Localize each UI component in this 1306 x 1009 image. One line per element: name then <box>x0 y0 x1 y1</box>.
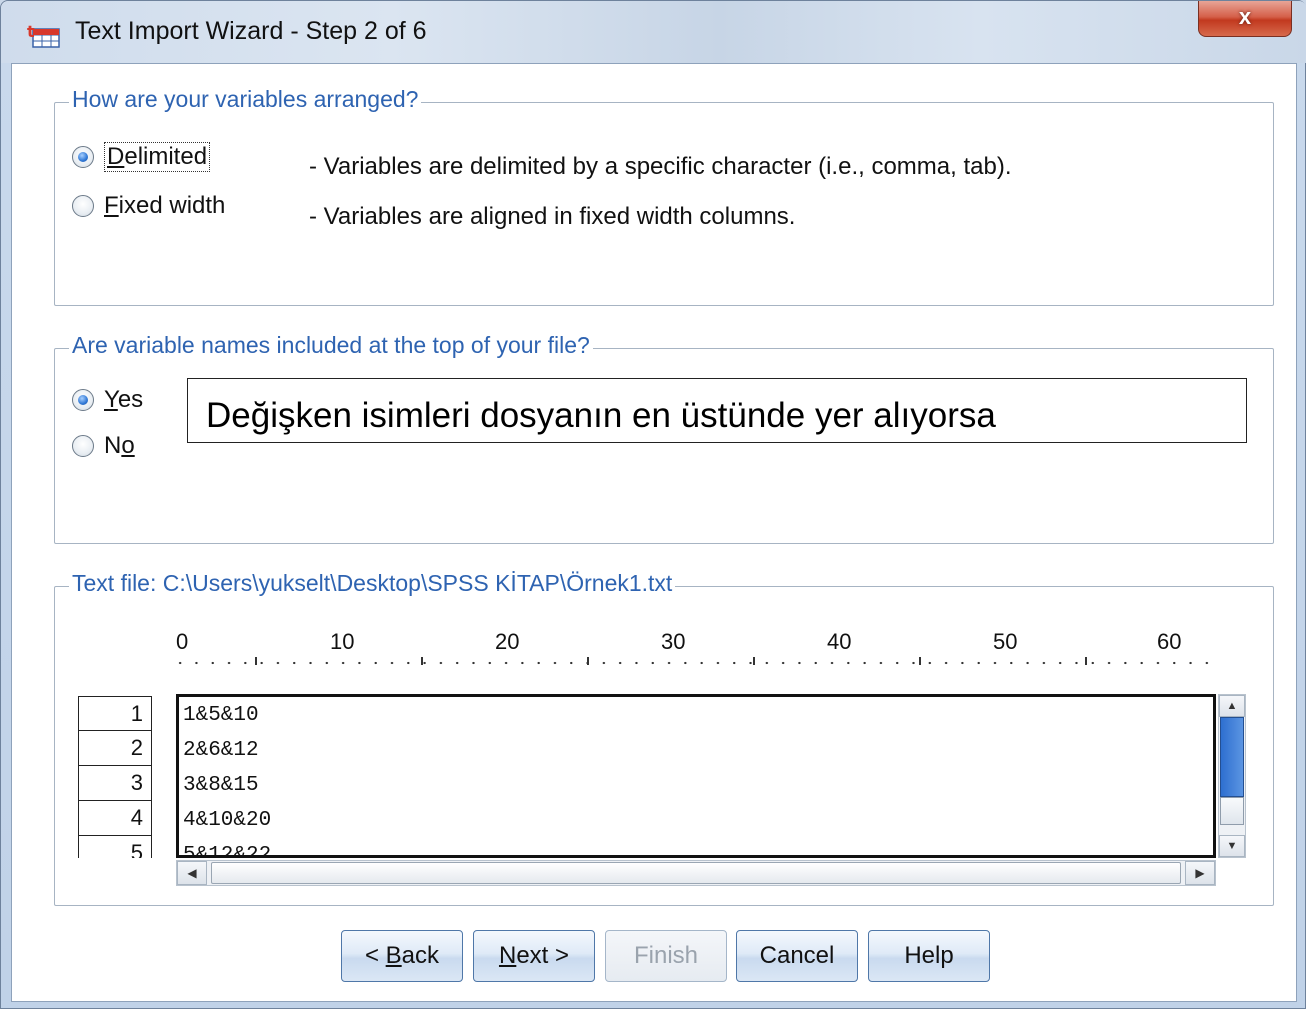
row-number: 3 <box>79 766 151 801</box>
scroll-up-icon[interactable]: ▲ <box>1219 695 1245 717</box>
delimited-radio[interactable] <box>72 146 94 168</box>
finish-button[interactable]: Finish <box>605 930 727 982</box>
preview-line: 1&5&10 <box>183 704 259 727</box>
no-label: No <box>104 432 135 459</box>
delimited-label: Delimited <box>104 142 211 172</box>
window-title: Text Import Wizard - Step 2 of 6 <box>75 17 427 45</box>
scroll-track-highlight <box>1220 717 1244 797</box>
row-number: 1 <box>79 696 151 731</box>
yes-label: Yes <box>104 386 144 413</box>
yes-radio[interactable] <box>72 389 94 411</box>
scroll-left-icon[interactable]: ◀ <box>177 861 207 885</box>
vertical-scrollbar[interactable]: ▲ ▼ <box>1218 694 1246 858</box>
ruler-tick <box>587 657 589 665</box>
row-number: 4 <box>79 801 151 836</box>
text-import-wizard-window: t Text Import Wizard - Step 2 of 6 x How… <box>0 0 1306 1009</box>
arrangement-legend: How are your variables arranged? <box>69 86 422 113</box>
ruler-tick <box>753 657 755 665</box>
ruler-tick <box>1085 657 1087 665</box>
next-button[interactable]: Next > <box>473 930 595 982</box>
horizontal-scrollbar[interactable]: ◀ ▶ <box>176 860 1216 886</box>
fixed-width-radio-row[interactable]: Fixed width <box>72 192 225 220</box>
spss-import-icon: t <box>27 22 60 48</box>
fixed-width-label: Fixed width <box>104 192 226 219</box>
preview-line: 3&8&15 <box>183 774 259 797</box>
ruler-label: 60 <box>1157 629 1182 654</box>
fixed-width-radio[interactable] <box>72 195 94 217</box>
scroll-right-icon[interactable]: ▶ <box>1185 861 1215 885</box>
text-file-legend: Text file: C:\Users\yukselt\Desktop\SPSS… <box>69 570 676 597</box>
close-button[interactable]: x <box>1198 1 1292 37</box>
cancel-button[interactable]: Cancel <box>736 930 858 982</box>
ruler-label: 10 <box>330 629 355 654</box>
scroll-down-icon[interactable]: ▼ <box>1219 835 1245 857</box>
variable-names-legend: Are variable names included at the top o… <box>69 332 593 359</box>
ruler-dots <box>172 659 1218 667</box>
horizontal-scroll-thumb[interactable] <box>211 862 1181 884</box>
no-radio-row[interactable]: No <box>72 432 135 460</box>
fixed-width-description: - Variables are aligned in fixed width c… <box>309 203 796 230</box>
file-preview-box[interactable]: 1&5&10 2&6&12 3&8&15 4&10&20 5&12&22 <box>176 694 1216 858</box>
vertical-scroll-thumb[interactable] <box>1219 717 1245 837</box>
scroll-thumb-handle[interactable] <box>1220 797 1244 825</box>
ruler-label: 30 <box>661 629 686 654</box>
ruler-label: 40 <box>827 629 852 654</box>
svg-text:t: t <box>27 22 35 41</box>
help-button[interactable]: Help <box>868 930 990 982</box>
annotation-callout: Değişken isimleri dosyanın en üstünde ye… <box>187 378 1247 443</box>
yes-radio-row[interactable]: Yes <box>72 386 143 414</box>
row-number-column: 1 2 3 4 5 <box>78 696 152 858</box>
row-number: 2 <box>79 731 151 766</box>
delimited-radio-row[interactable]: Delimited <box>72 142 211 172</box>
no-radio[interactable] <box>72 435 94 457</box>
title-bar[interactable]: t Text Import Wizard - Step 2 of 6 x <box>1 1 1306 63</box>
ruler-label: 20 <box>495 629 520 654</box>
delimited-description: - Variables are delimited by a specific … <box>309 153 1012 180</box>
ruler-label: 50 <box>993 629 1018 654</box>
preview-line: 4&10&20 <box>183 809 272 832</box>
ruler-label: 0 <box>176 629 189 654</box>
preview-line: 2&6&12 <box>183 739 259 762</box>
column-ruler: 0 10 20 30 40 50 60 <box>172 629 1232 669</box>
delimited-label-rest: elimited <box>124 143 208 170</box>
wizard-content: How are your variables arranged? Delimit… <box>11 63 1297 1002</box>
ruler-tick <box>421 657 423 665</box>
preview-line: 5&12&22 <box>183 844 272 858</box>
back-button[interactable]: < Back <box>341 930 463 982</box>
row-number: 5 <box>79 836 151 858</box>
ruler-tick <box>255 657 257 665</box>
ruler-tick <box>919 657 921 665</box>
